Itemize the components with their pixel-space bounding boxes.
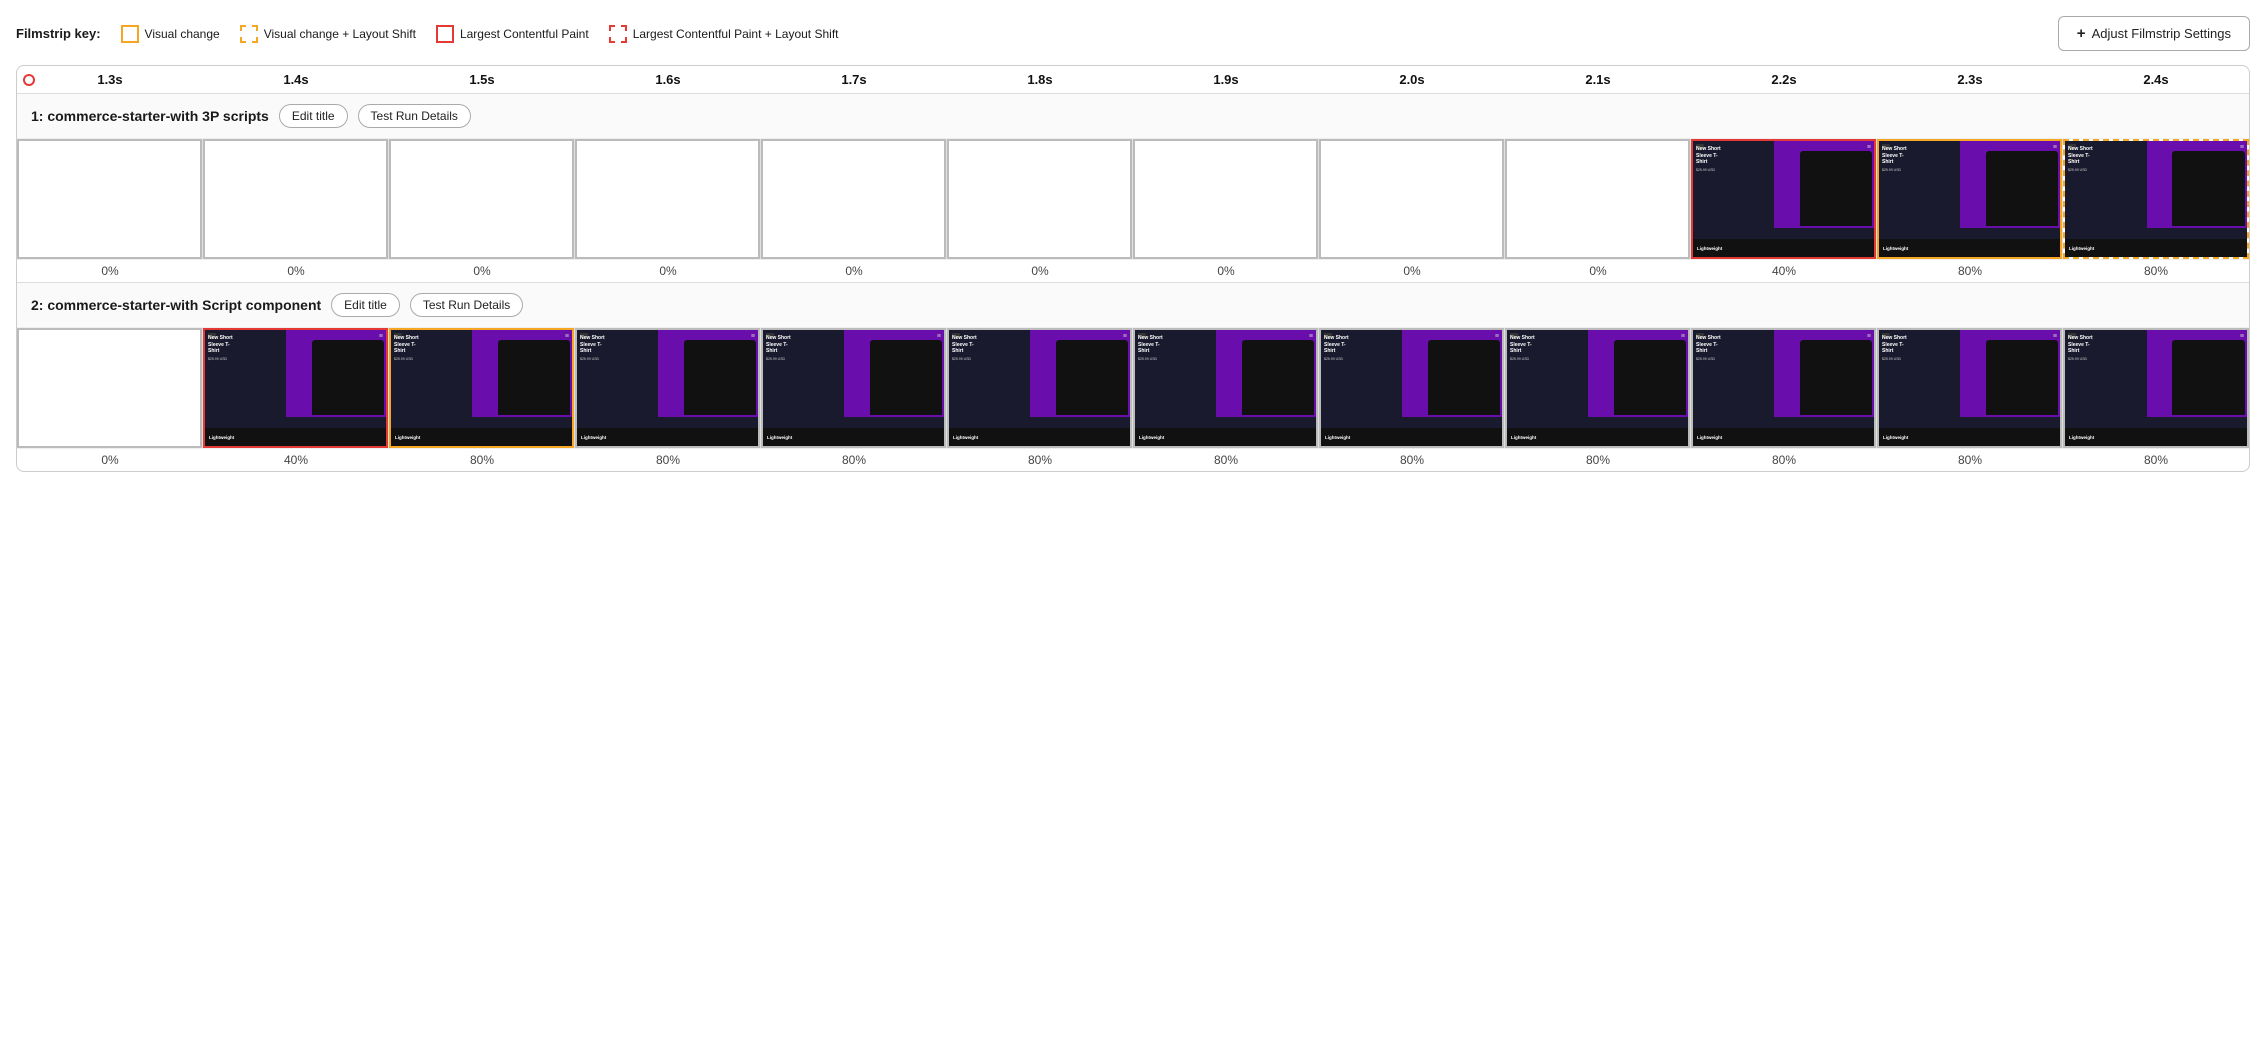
pct-2-5: 80% [947,453,1133,467]
pct-1-10: 80% [1877,264,2063,278]
row-2-test-run-button[interactable]: Test Run Details [410,293,523,317]
pct-1-0: 0% [17,264,203,278]
frame-1-3 [575,139,761,259]
row-1-test-run-button[interactable]: Test Run Details [358,104,471,128]
row-1-title: 1: commerce-starter-with 3P scripts [31,108,269,124]
frame-1-10[interactable]: ≡ New ShortSleeve T-Shirt $25.99 USD Lig… [1877,139,2063,259]
legend-box-yellow-dashed [240,25,258,43]
legend-box-red [436,25,454,43]
pct-1-6: 0% [1133,264,1319,278]
pct-2-9: 80% [1691,453,1877,467]
timeline-header: 1.3s 1.4s 1.5s 1.6s 1.7s 1.8s 1.9s 2.0s … [17,66,2249,94]
row-2: 2: commerce-starter-with Script componen… [17,283,2249,471]
frame-2-4[interactable]: ≡ New ShortSleeve T-Shirt $25.99 USD Lig… [761,328,947,448]
frame-1-8 [1505,139,1691,259]
row-2-frames: ≡ New ShortSleeve T-Shirt $25.99 USD Lig… [17,328,2249,449]
pct-1-8: 0% [1505,264,1691,278]
legend-label: Filmstrip key: [16,26,101,41]
pct-1-11: 80% [2063,264,2249,278]
frame-1-11[interactable]: ≡ New ShortSleeve T-Shirt $25.99 USD Lig… [2063,139,2249,259]
frame-2-1[interactable]: ≡ New ShortSleeve T-Shirt $25.99 USD Lig… [203,328,389,448]
time-7: 2.0s [1319,72,1505,87]
time-8: 2.1s [1505,72,1691,87]
row-2-edit-title-button[interactable]: Edit title [331,293,400,317]
row-1-percents: 0% 0% 0% 0% 0% 0% 0% 0% 0% 40% 80% 80% [17,260,2249,282]
time-5: 1.8s [947,72,1133,87]
legend-items: Filmstrip key: Visual change Visual chan… [16,25,839,43]
pct-1-2: 0% [389,264,575,278]
timeline-dot [23,74,35,86]
time-11: 2.4s [2063,72,2249,87]
frame-2-10[interactable]: ≡ New ShortSleeve T-Shirt $25.99 USD Lig… [1877,328,2063,448]
time-4: 1.7s [761,72,947,87]
pct-2-1: 40% [203,453,389,467]
frame-2-6[interactable]: ≡ New ShortSleeve T-Shirt $25.99 USD Lig… [1133,328,1319,448]
legend-item-visual-change-layout-shift: Visual change + Layout Shift [240,25,416,43]
frame-2-8[interactable]: ≡ New ShortSleeve T-Shirt $25.99 USD Lig… [1505,328,1691,448]
row-1-title-bar: 1: commerce-starter-with 3P scripts Edit… [17,94,2249,139]
pct-1-1: 0% [203,264,389,278]
time-3: 1.6s [575,72,761,87]
frame-2-9[interactable]: ≡ New ShortSleeve T-Shirt $25.99 USD Lig… [1691,328,1877,448]
adjust-filmstrip-button[interactable]: + Adjust Filmstrip Settings [2058,16,2250,51]
pct-1-7: 0% [1319,264,1505,278]
legend-box-red-dashed [609,25,627,43]
pct-1-3: 0% [575,264,761,278]
frame-2-11[interactable]: ≡ New ShortSleeve T-Shirt $25.99 USD Lig… [2063,328,2249,448]
legend-item-visual-change: Visual change [121,25,220,43]
frame-1-6 [1133,139,1319,259]
time-2: 1.5s [389,72,575,87]
pct-2-11: 80% [2063,453,2249,467]
plus-icon: + [2077,25,2086,42]
filmstrip-container: 1.3s 1.4s 1.5s 1.6s 1.7s 1.8s 1.9s 2.0s … [16,65,2250,472]
time-0: 1.3s [17,72,203,87]
row-2-title-bar: 2: commerce-starter-with Script componen… [17,283,2249,328]
row-1-frames: ≡ New ShortSleeve T-Shirt $25.99 USD Lig… [17,139,2249,260]
pct-2-7: 80% [1319,453,1505,467]
legend-text-visual-change-layout-shift: Visual change + Layout Shift [264,27,416,41]
row-2-title: 2: commerce-starter-with Script componen… [31,297,321,313]
pct-2-4: 80% [761,453,947,467]
frame-1-0[interactable] [17,139,203,259]
legend-box-yellow [121,25,139,43]
frame-1-5 [947,139,1133,259]
legend-text-visual-change: Visual change [145,27,220,41]
legend-bar: Filmstrip key: Visual change Visual chan… [16,16,2250,51]
time-9: 2.2s [1691,72,1877,87]
pct-2-6: 80% [1133,453,1319,467]
adjust-button-label: Adjust Filmstrip Settings [2092,26,2231,41]
frame-1-7 [1319,139,1505,259]
frame-2-3[interactable]: ≡ New ShortSleeve T-Shirt $25.99 USD Lig… [575,328,761,448]
pct-2-2: 80% [389,453,575,467]
row-1: 1: commerce-starter-with 3P scripts Edit… [17,94,2249,283]
time-10: 2.3s [1877,72,2063,87]
frame-2-0 [17,328,203,448]
legend-item-lcp: Largest Contentful Paint [436,25,589,43]
pct-2-10: 80% [1877,453,2063,467]
pct-2-8: 80% [1505,453,1691,467]
pct-1-4: 0% [761,264,947,278]
frame-2-7[interactable]: ≡ New ShortSleeve T-Shirt $25.99 USD Lig… [1319,328,1505,448]
legend-item-lcp-layout-shift: Largest Contentful Paint + Layout Shift [609,25,839,43]
frame-1-1 [203,139,389,259]
pct-2-0: 0% [17,453,203,467]
frame-2-2[interactable]: ≡ New ShortSleeve T-Shirt $25.99 USD Lig… [389,328,575,448]
frame-1-9[interactable]: ≡ New ShortSleeve T-Shirt $25.99 USD Lig… [1691,139,1877,259]
time-1: 1.4s [203,72,389,87]
row-1-edit-title-button[interactable]: Edit title [279,104,348,128]
pct-1-5: 0% [947,264,1133,278]
frame-2-5[interactable]: ≡ New ShortSleeve T-Shirt $25.99 USD Lig… [947,328,1133,448]
pct-1-9: 40% [1691,264,1877,278]
legend-text-lcp: Largest Contentful Paint [460,27,589,41]
pct-2-3: 80% [575,453,761,467]
frame-1-4 [761,139,947,259]
time-6: 1.9s [1133,72,1319,87]
legend-text-lcp-layout-shift: Largest Contentful Paint + Layout Shift [633,27,839,41]
row-2-percents: 0% 40% 80% 80% 80% 80% 80% 80% 80% 80% 8… [17,449,2249,471]
frame-1-2 [389,139,575,259]
